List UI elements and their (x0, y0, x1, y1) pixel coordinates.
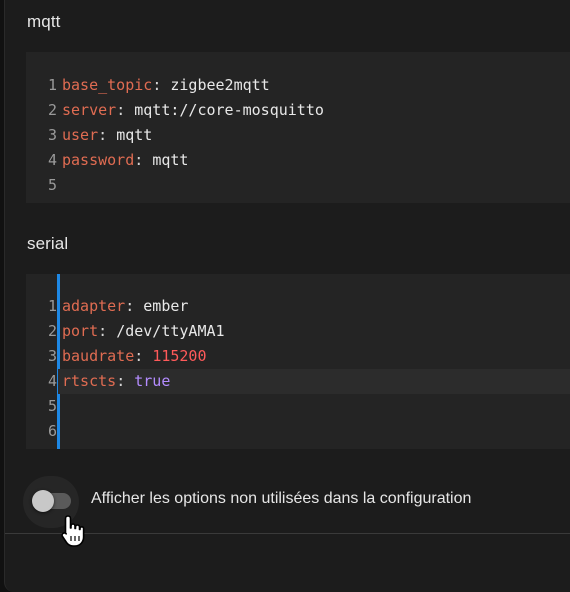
yaml-key: adapter (62, 297, 126, 315)
yaml-value: mqtt (152, 151, 189, 169)
toggle-knob (32, 490, 54, 512)
code-line[interactable]: password: mqtt (58, 148, 570, 173)
yaml-separator: : (134, 347, 153, 365)
divider (5, 533, 570, 534)
yaml-separator: : (116, 372, 135, 390)
hand-cursor-icon (61, 515, 85, 547)
yaml-key: rtscts (62, 372, 117, 390)
mqtt-yaml-editor[interactable]: 1 2 3 4 5 base_topic: zigbee2mqtt server… (26, 52, 570, 203)
line-number: 5 (47, 176, 57, 194)
code-line[interactable]: port: /dev/ttyAMA1 (58, 319, 570, 344)
yaml-value: mqtt (116, 126, 153, 144)
line-number-gutter: 1 2 3 4 5 (26, 52, 57, 203)
line-number: 4 (47, 151, 57, 169)
yaml-value: ember (143, 297, 189, 315)
yaml-key: password (62, 151, 135, 169)
yaml-key: port (62, 322, 99, 340)
code-area[interactable]: adapter: ember port: /dev/ttyAMA1 baudra… (58, 274, 570, 449)
code-line[interactable] (58, 173, 570, 198)
code-line[interactable]: baudrate: 115200 (58, 344, 570, 369)
serial-yaml-editor[interactable]: 1 2 3 4 5 6 adapter: ember port: /dev/tt… (26, 274, 570, 449)
yaml-key: user (62, 126, 99, 144)
line-number-gutter: 1 2 3 4 5 6 (26, 274, 57, 449)
yaml-separator: : (98, 322, 117, 340)
code-line[interactable]: user: mqtt (58, 123, 570, 148)
line-number: 3 (47, 347, 57, 365)
code-line[interactable]: server: mqtt://core-mosquitto (58, 98, 570, 123)
line-number: 4 (47, 372, 57, 390)
yaml-value: mqtt://core-mosquitto (134, 101, 324, 119)
code-line-active[interactable]: rtscts: true (58, 369, 570, 394)
code-line[interactable] (58, 394, 570, 419)
yaml-number-value: 115200 (152, 347, 207, 365)
line-number: 2 (47, 101, 57, 119)
section-title-mqtt: mqtt (27, 12, 61, 31)
line-number: 5 (47, 397, 57, 415)
yaml-key: base_topic (62, 76, 153, 94)
yaml-separator: : (152, 76, 171, 94)
yaml-separator: : (98, 126, 117, 144)
yaml-boolean-value: true (134, 372, 171, 390)
line-number: 6 (47, 422, 57, 440)
yaml-separator: : (125, 297, 144, 315)
yaml-separator: : (116, 101, 135, 119)
yaml-value: /dev/ttyAMA1 (116, 322, 225, 340)
yaml-value: zigbee2mqtt (170, 76, 270, 94)
show-unused-options-label[interactable]: Afficher les options non utilisées dans … (91, 490, 471, 508)
config-panel: mqtt 1 2 3 4 5 base_topic: zigbee2mqtt s… (4, 0, 570, 592)
section-title-serial: serial (27, 234, 69, 253)
line-number: 1 (47, 76, 57, 94)
code-area[interactable]: base_topic: zigbee2mqtt server: mqtt://c… (58, 52, 570, 203)
line-number: 2 (47, 322, 57, 340)
code-line[interactable]: adapter: ember (58, 294, 570, 319)
line-number: 1 (47, 297, 57, 315)
code-line[interactable]: base_topic: zigbee2mqtt (58, 73, 570, 98)
yaml-key: baudrate (62, 347, 135, 365)
code-line[interactable] (58, 419, 570, 444)
yaml-key: server (62, 101, 117, 119)
line-number: 3 (47, 126, 57, 144)
yaml-separator: : (134, 151, 153, 169)
